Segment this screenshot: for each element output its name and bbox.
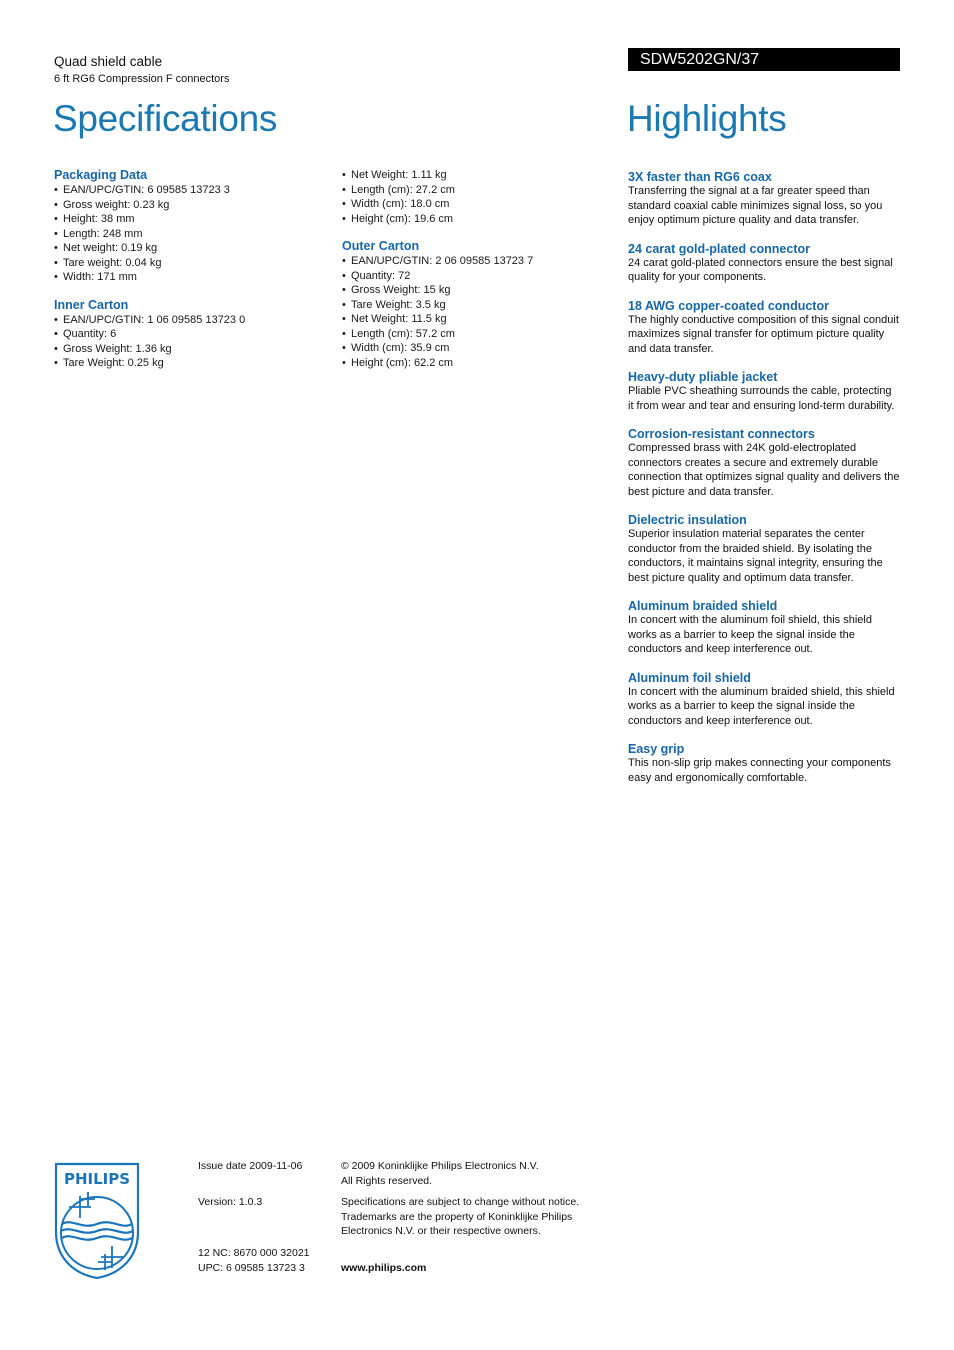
highlight-text: Superior insulation material separates t…	[628, 528, 883, 584]
highlight-text: The highly conductive composition of thi…	[628, 313, 899, 355]
spec-item: EAN/UPC/GTIN: 2 06 09585 13723 7	[342, 254, 602, 269]
specifications-title: Specifications	[53, 98, 278, 139]
legal-notice: Specifications are subject to change wit…	[341, 1195, 611, 1239]
highlight-title: Aluminum foil shield	[628, 670, 751, 685]
highlight-text: 24 carat gold-plated connectors ensure t…	[628, 256, 893, 284]
spec-list: EAN/UPC/GTIN: 6 09585 13723 3 Gross weig…	[54, 183, 324, 285]
spec-item: EAN/UPC/GTIN: 1 06 09585 13723 0	[54, 313, 324, 328]
highlight-text: Transferring the signal at a far greater…	[628, 185, 883, 226]
spec-item: Tare Weight: 3.5 kg	[342, 298, 602, 313]
spec-section-inner-carton: Inner Carton EAN/UPC/GTIN: 1 06 09585 13…	[54, 298, 324, 371]
highlight-text: In concert with the aluminum braided shi…	[628, 685, 895, 727]
highlight-item: Easy grip This non-slip grip makes conne…	[628, 742, 900, 785]
model-number-bar: SDW5202GN/37	[628, 48, 900, 71]
spec-item: Length (cm): 57.2 cm	[342, 327, 602, 342]
copyright-line: © 2009 Koninklijke Philips Electronics N…	[341, 1160, 539, 1172]
specs-column-1: Packaging Data EAN/UPC/GTIN: 6 09585 137…	[54, 168, 324, 384]
highlight-title: Easy grip	[628, 742, 685, 756]
highlight-item: Corrosion-resistant connectors Compresse…	[628, 427, 900, 499]
upc-code: UPC: 6 09585 13723 3	[198, 1262, 305, 1274]
spec-item: Height (cm): 19.6 cm	[342, 212, 602, 227]
highlight-item: Dielectric insulation Superior insulatio…	[628, 513, 900, 585]
highlight-title: Heavy-duty pliable jacket	[628, 370, 778, 384]
spec-item: Height: 38 mm	[54, 212, 324, 227]
section-heading: Inner Carton	[54, 297, 129, 312]
spec-item: Net weight: 0.19 kg	[54, 241, 324, 256]
spec-item: Gross Weight: 1.36 kg	[54, 342, 324, 357]
twelve-nc-code: 12 NC: 8670 000 32021	[198, 1247, 310, 1259]
spec-item: Gross weight: 0.23 kg	[54, 198, 324, 213]
spec-item: Width (cm): 18.0 cm	[342, 197, 602, 212]
spec-list: EAN/UPC/GTIN: 1 06 09585 13723 0 Quantit…	[54, 313, 324, 371]
notice-line: Trademarks are the property of Koninklij…	[341, 1210, 573, 1223]
spec-item: Net Weight: 1.11 kg	[342, 168, 602, 183]
spec-item: Tare weight: 0.04 kg	[54, 256, 324, 271]
highlight-item: 3X faster than RG6 coax Transferring the…	[628, 170, 900, 228]
highlight-text: In concert with the aluminum foil shield…	[628, 614, 872, 655]
spec-item: Gross Weight: 15 kg	[342, 283, 602, 298]
highlights-column: 3X faster than RG6 coax Transferring the…	[628, 170, 900, 799]
highlight-item: 18 AWG copper-coated conductor The highl…	[628, 299, 900, 357]
spec-list: EAN/UPC/GTIN: 2 06 09585 13723 7 Quantit…	[342, 254, 602, 370]
highlight-title: 24 carat gold-plated connector	[628, 241, 810, 256]
spec-section-packaging-data: Packaging Data EAN/UPC/GTIN: 6 09585 137…	[54, 168, 324, 285]
copyright-notice: © 2009 Koninklijke Philips Electronics N…	[341, 1159, 611, 1188]
spec-item: EAN/UPC/GTIN: 6 09585 13723 3	[54, 183, 324, 198]
highlight-item: 24 carat gold-plated connector 24 carat …	[628, 242, 900, 285]
issue-date: Issue date 2009-11-06	[198, 1160, 303, 1172]
highlight-title: Dielectric insulation	[628, 513, 747, 527]
website-link[interactable]: www.philips.com	[341, 1261, 426, 1276]
notice-line: Electronics N.V. or their respective own…	[341, 1225, 541, 1237]
spec-section-outer-carton: Outer Carton EAN/UPC/GTIN: 2 06 09585 13…	[342, 239, 602, 370]
highlight-item: Aluminum foil shield In concert with the…	[628, 671, 900, 729]
highlight-item: Aluminum braided shield In concert with …	[628, 599, 900, 657]
spec-item: Width: 171 mm	[54, 270, 324, 285]
spec-section-inner-carton-continued: Net Weight: 1.11 kg Length (cm): 27.2 cm…	[342, 168, 602, 226]
spec-item: Net Weight: 11.5 kg	[342, 312, 602, 327]
highlight-item: Heavy-duty pliable jacket Pliable PVC sh…	[628, 370, 900, 413]
highlight-title: 18 AWG copper-coated conductor	[628, 298, 829, 313]
spec-item: Height (cm): 62.2 cm	[342, 356, 602, 371]
rights-line: All Rights reserved.	[341, 1174, 433, 1187]
logo-wordmark: PHILIPS	[64, 1170, 130, 1188]
section-heading: Packaging Data	[54, 168, 148, 182]
specs-column-2: Net Weight: 1.11 kg Length (cm): 27.2 cm…	[342, 168, 602, 383]
highlight-title: Aluminum braided shield	[628, 599, 778, 613]
highlight-text: Compressed brass with 24K gold-electropl…	[628, 442, 900, 498]
product-subtitle: 6 ft RG6 Compression F connectors	[54, 73, 230, 85]
spec-item: Length (cm): 27.2 cm	[342, 183, 602, 198]
notice-line: Specifications are subject to change wit…	[341, 1196, 580, 1208]
spec-item: Quantity: 6	[54, 327, 324, 342]
spec-item: Quantity: 72	[342, 269, 602, 284]
highlight-text: Pliable PVC sheathing surrounds the cabl…	[628, 385, 895, 412]
highlights-title: Highlights	[627, 98, 787, 139]
spec-list: Net Weight: 1.11 kg Length (cm): 27.2 cm…	[342, 168, 602, 226]
spec-item: Tare Weight: 0.25 kg	[54, 356, 324, 371]
spec-item: Width (cm): 35.9 cm	[342, 341, 602, 356]
philips-shield-icon: PHILIPS	[54, 1162, 140, 1280]
highlight-text: This non-slip grip makes connecting your…	[628, 757, 891, 784]
spec-item: Length: 248 mm	[54, 227, 324, 242]
highlight-title: Corrosion-resistant connectors	[628, 427, 815, 441]
product-name: Quad shield cable	[54, 54, 163, 69]
version: Version: 1.0.3	[198, 1196, 263, 1208]
highlight-title: 3X faster than RG6 coax	[628, 170, 772, 184]
section-heading: Outer Carton	[342, 239, 420, 253]
